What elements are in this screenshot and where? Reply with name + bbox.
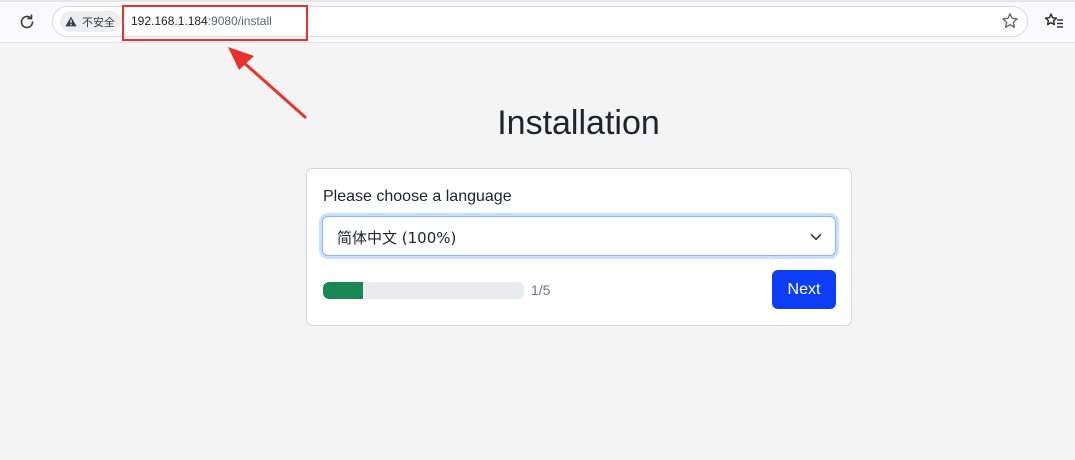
favorites-icon — [1044, 13, 1063, 28]
url-text[interactable]: 192.168.1.184:9080/install — [131, 14, 272, 28]
language-select-value: 简体中文 (100%) — [337, 229, 457, 247]
page-title: Installation — [497, 104, 660, 142]
address-bar[interactable]: 不安全 192.168.1.184:9080/install — [52, 6, 1028, 37]
language-prompt: Please choose a language — [323, 188, 512, 205]
reload-icon — [20, 14, 34, 29]
url-path: :9080/install — [207, 14, 272, 28]
browser-toolbar: 不安全 192.168.1.184:9080/install — [0, 0, 1075, 43]
language-select[interactable]: 简体中文 (100%) — [322, 216, 836, 256]
progress-step-text: 1/5 — [531, 282, 551, 298]
install-card: Please choose a language 简体中文 (100%) 1/5… — [306, 168, 852, 326]
favorites-button[interactable] — [1042, 9, 1066, 33]
security-label: 不安全 — [82, 15, 115, 29]
progress-fill — [323, 282, 364, 299]
star-icon — [1002, 13, 1018, 28]
progress-bar — [323, 282, 524, 299]
tab-strip-edge — [0, 0, 1075, 2]
url-host: 192.168.1.184 — [131, 14, 208, 28]
security-indicator[interactable]: 不安全 — [60, 11, 121, 32]
next-button[interactable]: Next — [772, 270, 836, 309]
warning-icon — [65, 16, 77, 27]
reload-button[interactable] — [14, 9, 40, 35]
bookmark-star-button[interactable] — [998, 9, 1022, 33]
chevron-down-icon — [810, 233, 822, 241]
